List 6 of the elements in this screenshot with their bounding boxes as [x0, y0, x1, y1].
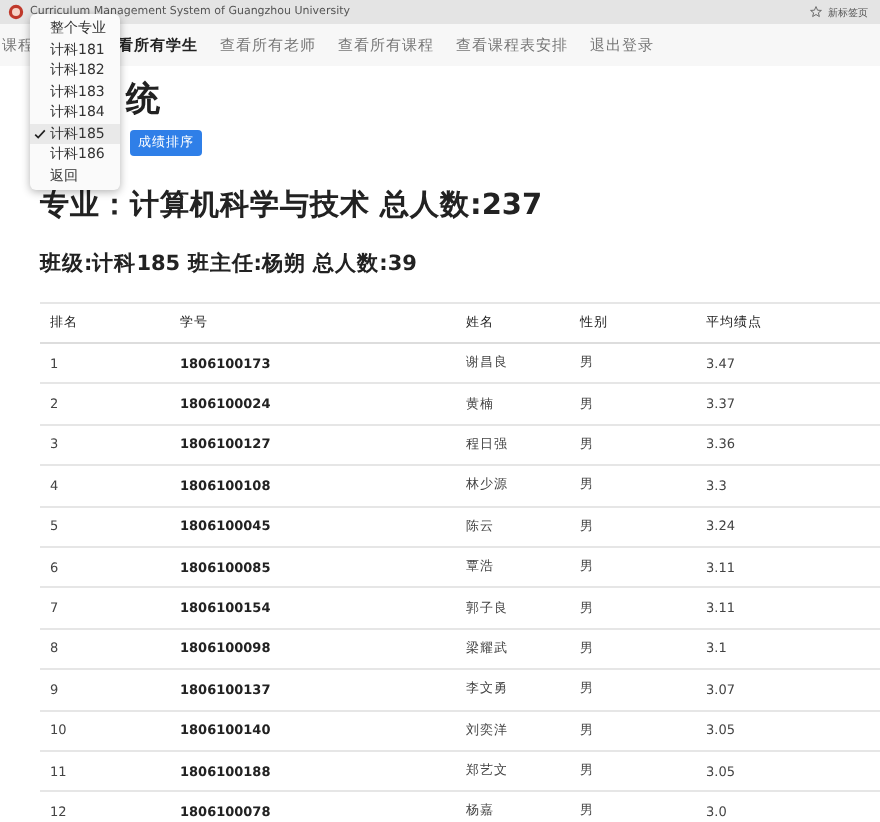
star-icon[interactable]	[810, 6, 822, 18]
page-title: 统	[126, 78, 160, 124]
university-logo-icon	[8, 4, 24, 20]
check-icon	[34, 127, 46, 140]
major-heading: 专业：计算机科学与技术 总人数:237	[40, 188, 545, 224]
class-heading: 班级:计科185 班主任:杨朔 总人数:39	[40, 250, 419, 278]
